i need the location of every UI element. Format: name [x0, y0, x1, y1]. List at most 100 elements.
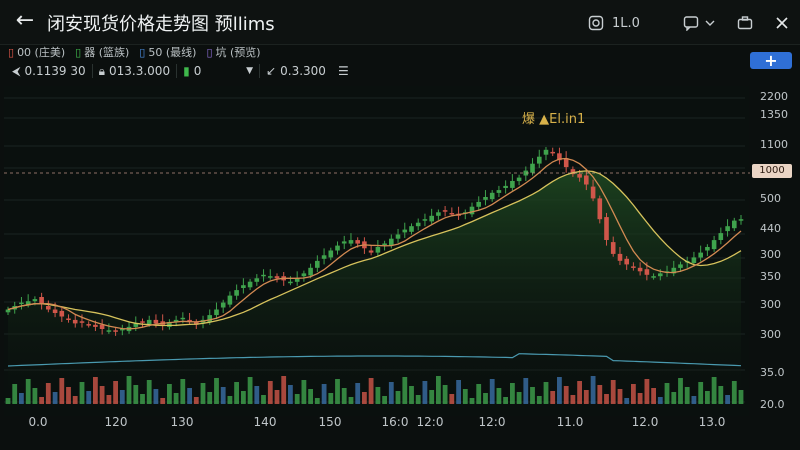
volume-bar [119, 390, 125, 404]
volume-bar [597, 385, 603, 404]
candlestick [610, 242, 616, 254]
volume-bar [281, 376, 287, 404]
volume-bar [436, 376, 441, 404]
volume-bar [207, 392, 213, 404]
x-tick-label: 13.0 [699, 415, 726, 429]
volume-bar [651, 388, 656, 404]
candlestick [180, 317, 186, 320]
volume-bar [241, 391, 246, 404]
camera-button[interactable]: 1L.0 [588, 14, 640, 32]
y-tick-label: 350 [760, 270, 781, 283]
volume-bar [395, 391, 401, 404]
volume-bar [214, 378, 219, 404]
menu-icon: ☰ [337, 64, 349, 78]
candlestick [335, 245, 340, 251]
legend-item[interactable]: ▯ 坑 (预览) [206, 44, 260, 60]
candlestick [584, 175, 589, 185]
indicator-select[interactable]: ▮ 0 ▼ [177, 64, 259, 78]
volume-bar [32, 388, 38, 404]
volume-bar [308, 389, 313, 404]
back-button[interactable]: ← [10, 6, 40, 36]
measure-value: 0.3.300 [280, 64, 326, 78]
candlestick [93, 324, 98, 327]
candlestick [52, 309, 58, 313]
candlestick [146, 319, 152, 325]
volume-bar [442, 385, 448, 404]
volume-bar [160, 398, 166, 404]
volume-bar [72, 396, 78, 404]
candlestick [46, 306, 51, 310]
volume-bar [321, 384, 327, 404]
y-tick-label: 1100 [760, 138, 788, 151]
candlestick [705, 247, 710, 251]
candlestick [341, 241, 347, 244]
candlestick [254, 278, 260, 282]
candlestick [59, 310, 65, 317]
candlestick [328, 250, 334, 258]
candlestick [113, 330, 118, 332]
chevron-down-icon [705, 20, 715, 26]
volume-bar [462, 389, 468, 404]
volume-bar [382, 396, 387, 404]
price-field[interactable]: 🔒︎ 013.3.000 [93, 64, 176, 79]
candlestick [227, 295, 233, 305]
candlestick [422, 219, 428, 221]
chart-toolbar: ⮜ 0.1139 30 🔒︎ 013.3.000 ▮ 0 ▼ ↙ 0.3.300… [6, 62, 355, 80]
menu-button[interactable]: ☰ [332, 64, 355, 78]
volume-bar [590, 376, 596, 404]
legend-label: 50 (最线) [148, 46, 197, 59]
measure-field[interactable]: ↙ 0.3.300 [260, 64, 332, 78]
briefcase-button[interactable] [737, 14, 753, 32]
candlestick [375, 247, 381, 253]
volume-bar [261, 395, 266, 404]
volume-bar [348, 397, 354, 404]
volume-bar [368, 378, 374, 404]
y-tick-label: 35.0 [760, 366, 785, 379]
candlestick [79, 321, 85, 323]
legend-marker: ▯ [75, 45, 82, 59]
candlestick [220, 302, 226, 308]
y-tick-label: 500 [760, 192, 781, 205]
legend-item[interactable]: ▯ 00 (庄美) [8, 44, 65, 60]
volume-bar [66, 387, 71, 404]
candlestick [550, 151, 555, 154]
candlestick [348, 240, 354, 244]
volume-bar [314, 398, 320, 404]
volume-bar [227, 396, 233, 404]
candlestick [711, 240, 717, 250]
candlestick [106, 330, 112, 332]
volume-bar [691, 396, 697, 404]
volume-bar [725, 395, 730, 404]
candlestick [99, 324, 105, 329]
arrow-left-icon: ↙ [266, 64, 277, 78]
candlestick [644, 269, 650, 275]
volume-bar [25, 379, 31, 404]
candlestick [39, 297, 44, 304]
volume-bar [106, 395, 112, 404]
volume-bar [610, 380, 616, 404]
volume-bar [167, 384, 172, 404]
legend-item[interactable]: ▯ 50 (最线) [139, 44, 196, 60]
volume-bar [469, 398, 475, 404]
briefcase-icon [737, 16, 753, 30]
comment-button[interactable] [683, 14, 715, 32]
volume-bar [274, 390, 280, 404]
add-button[interactable]: + [750, 52, 792, 69]
candlestick [738, 219, 744, 221]
volume-bar [583, 390, 589, 404]
candlestick [543, 149, 549, 155]
legend-item[interactable]: ▯ 器 (篮族) [75, 44, 129, 60]
y-tick-label: 440 [760, 222, 781, 235]
candlestick [597, 198, 603, 220]
candlestick [409, 226, 414, 232]
candlestick [698, 252, 703, 258]
volume-bar [523, 378, 529, 404]
close-button[interactable] [775, 14, 789, 32]
volume-bar [503, 397, 508, 404]
candlestick [382, 243, 387, 245]
volume-bar [126, 376, 132, 404]
candlestick [489, 192, 495, 200]
price-chart: 爆 ▲El.in1 2200 1350 1100 500 440 300 350 300 300 3… [4, 86, 788, 429]
candlestick [241, 285, 246, 288]
crosshair-field[interactable]: ⮜ 0.1139 30 [6, 64, 92, 79]
